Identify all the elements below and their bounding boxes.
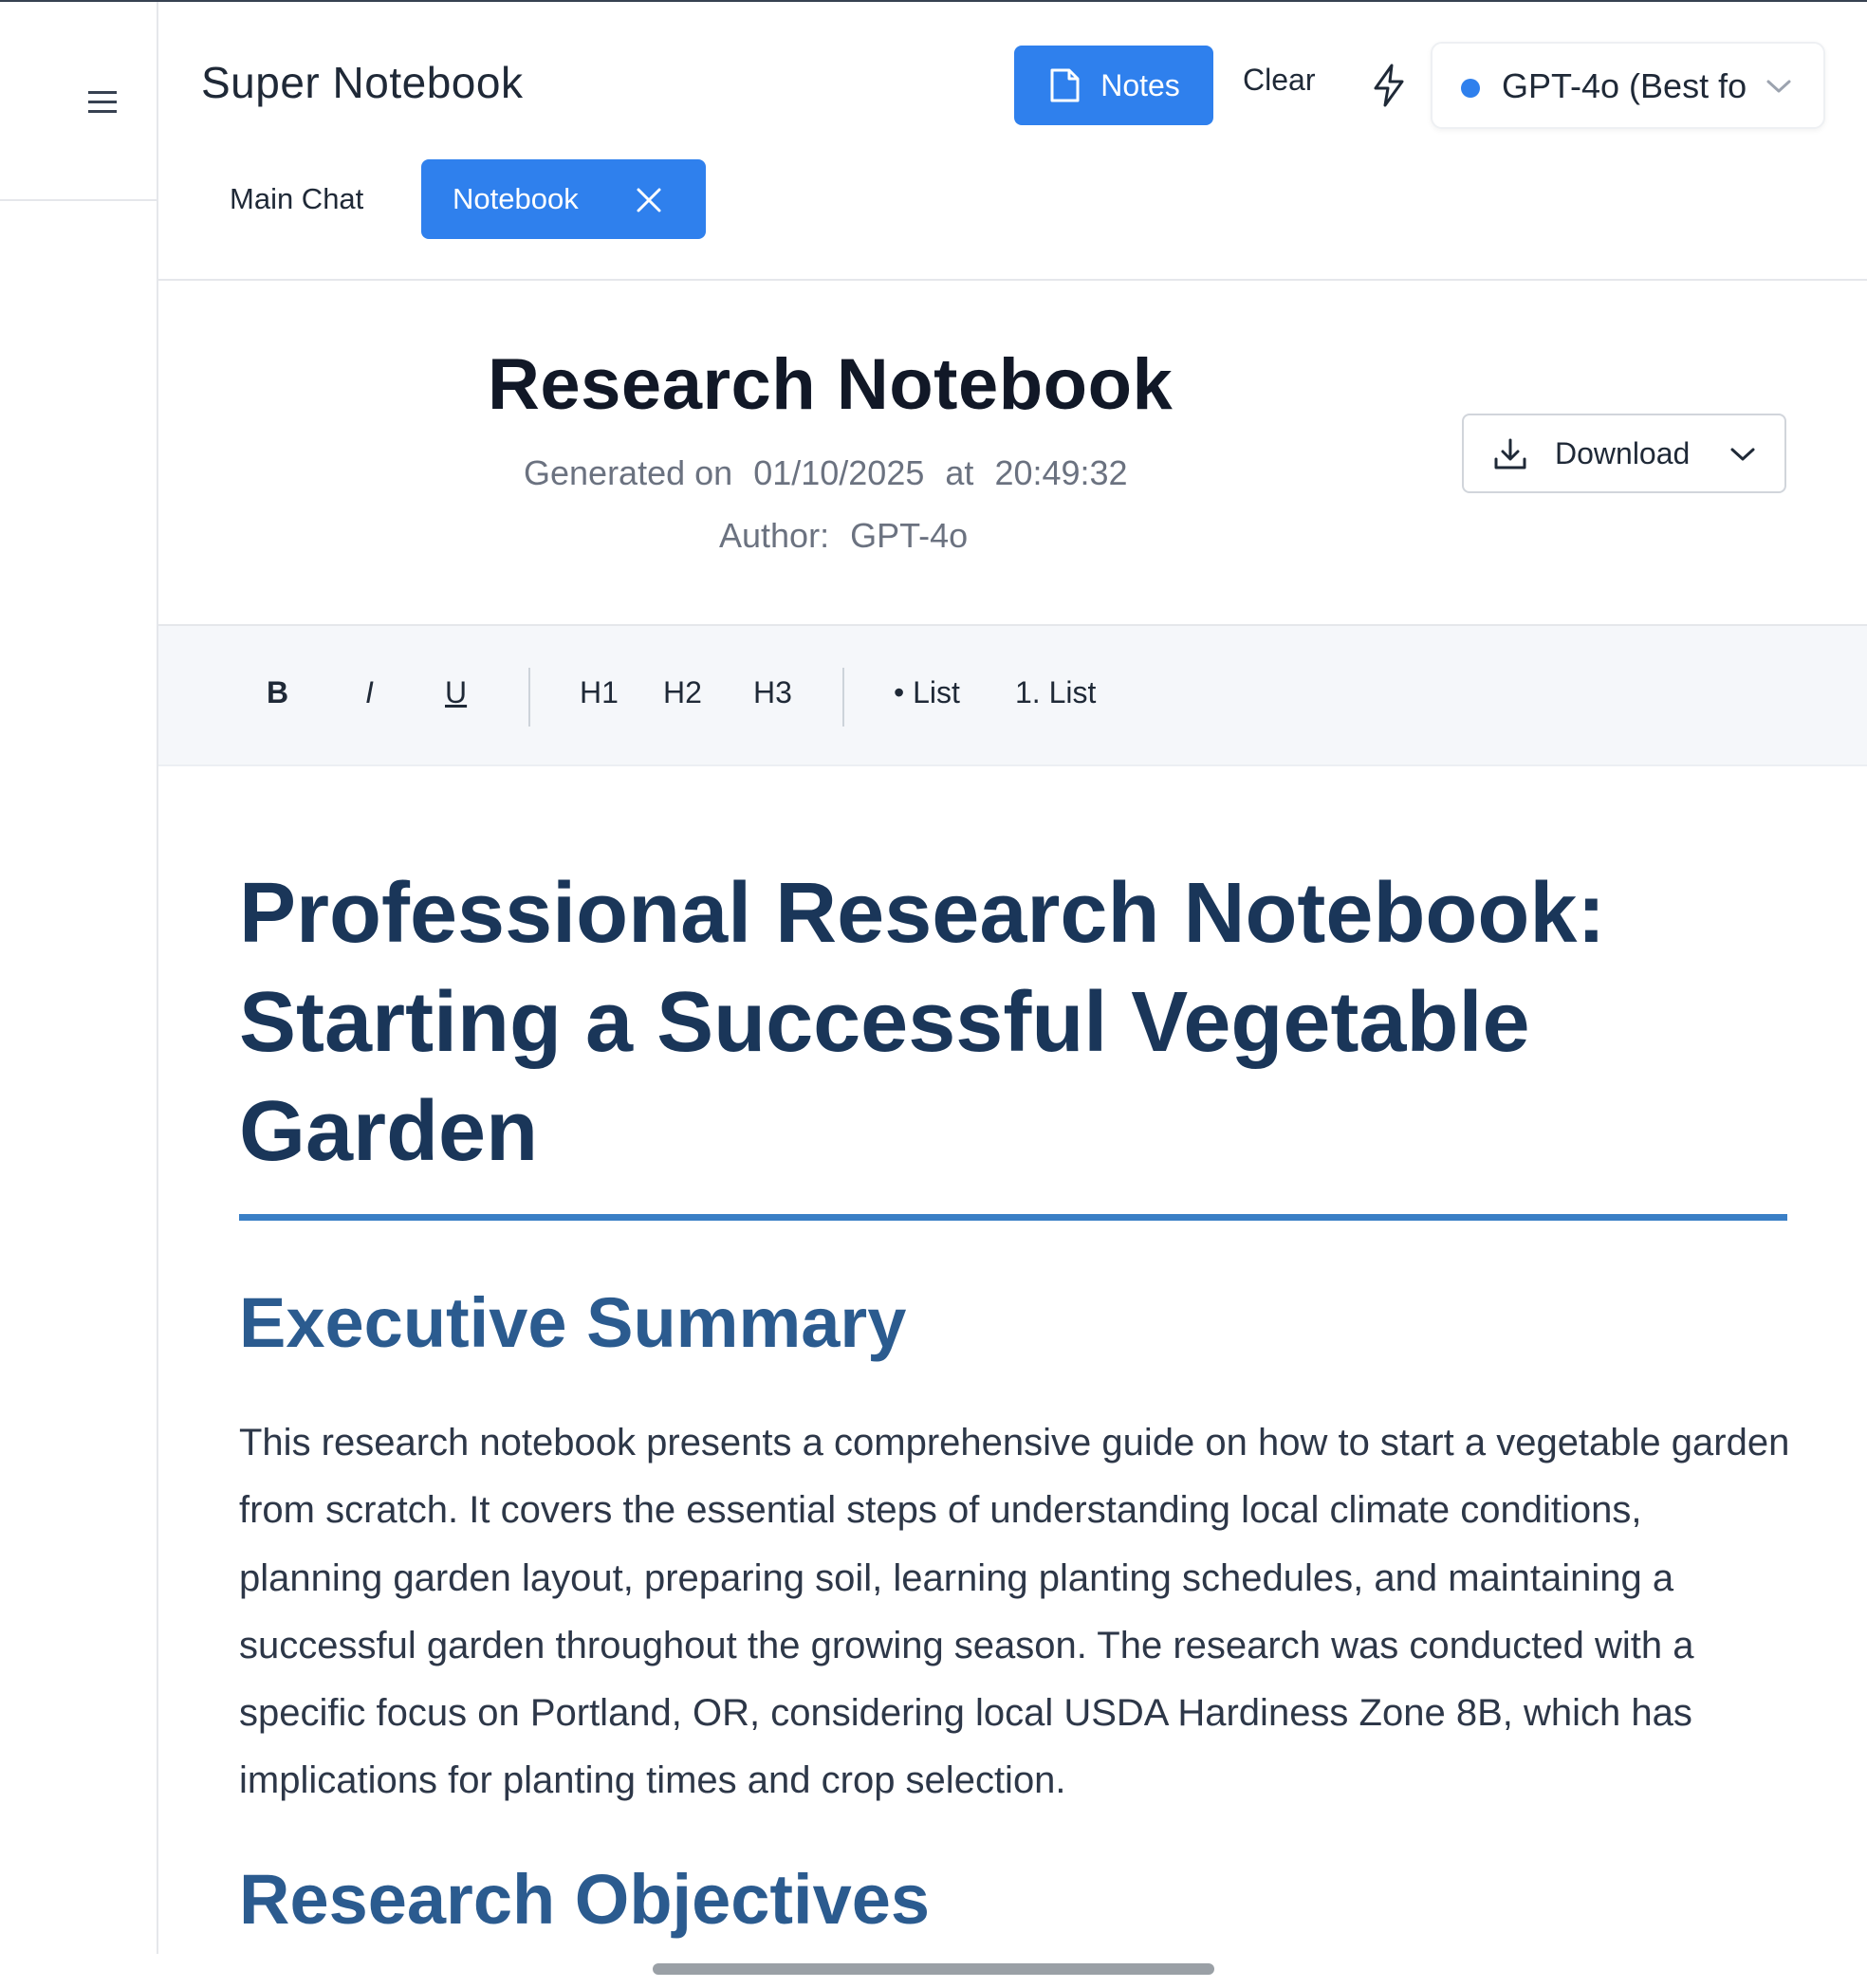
heading1-button[interactable]: H1 [580, 675, 619, 710]
tab-notebook[interactable]: Notebook [421, 159, 706, 239]
author-name: GPT-4o [850, 516, 969, 555]
download-button-label: Download [1555, 436, 1691, 470]
horizontal-scrollbar[interactable] [653, 1963, 1214, 1975]
lightning-bolt-icon[interactable] [1370, 63, 1408, 108]
generated-time: 20:49:32 [994, 453, 1128, 492]
research-objectives-heading[interactable]: Research Objectives [239, 1859, 930, 1940]
generated-timestamp: Generated on 01/10/2025 at 20:49:32 [524, 453, 1139, 493]
notes-button-label: Notes [1100, 67, 1180, 102]
underline-button[interactable]: U [445, 675, 467, 710]
model-status-dot [1461, 79, 1480, 98]
header-divider [158, 279, 1867, 281]
formatting-toolbar: B I U H1 H2 H3 • List 1. List [158, 624, 1867, 766]
notes-button[interactable]: Notes [1014, 46, 1213, 125]
hamburger-menu-icon[interactable] [85, 87, 123, 116]
chevron-down-icon [1730, 448, 1755, 461]
executive-summary-heading[interactable]: Executive Summary [239, 1282, 906, 1363]
clear-button[interactable]: Clear [1243, 63, 1315, 98]
italic-button[interactable]: I [365, 675, 374, 710]
numbered-list-button[interactable]: 1. List [1015, 675, 1096, 710]
heading2-button[interactable]: H2 [663, 675, 702, 710]
download-button[interactable]: Download [1462, 414, 1786, 493]
heading-underline [239, 1214, 1787, 1221]
document-heading[interactable]: Professional Research Notebook: Starting… [239, 859, 1795, 1187]
author-line: Author: GPT-4o [719, 516, 979, 556]
close-icon[interactable] [636, 187, 662, 213]
tab-main-chat[interactable]: Main Chat [230, 182, 363, 216]
author-prefix: Author: [719, 516, 830, 555]
model-selector-label: GPT-4o (Best for... [1502, 66, 1747, 105]
chevron-down-icon [1766, 80, 1791, 93]
generated-at-word: at [945, 453, 974, 492]
heading3-button[interactable]: H3 [753, 675, 792, 710]
generated-date: 01/10/2025 [753, 453, 925, 492]
app-title: Super Notebook [201, 58, 524, 107]
model-selector[interactable]: GPT-4o (Best for... [1431, 42, 1825, 129]
toolbar-divider [528, 668, 530, 727]
generated-prefix: Generated on [524, 453, 733, 492]
toolbar-divider [842, 668, 844, 727]
download-icon [1494, 438, 1526, 469]
page-title: Research Notebook [488, 344, 1174, 425]
window-top-border [0, 0, 1867, 2]
sidebar-header [0, 2, 158, 201]
bold-button[interactable]: B [267, 675, 288, 710]
executive-summary-text[interactable]: This research notebook presents a compre… [239, 1409, 1795, 1815]
note-icon [1050, 68, 1080, 102]
tab-notebook-label: Notebook [453, 182, 579, 215]
bullet-list-button[interactable]: • List [894, 675, 960, 710]
left-sidebar [0, 2, 158, 1954]
